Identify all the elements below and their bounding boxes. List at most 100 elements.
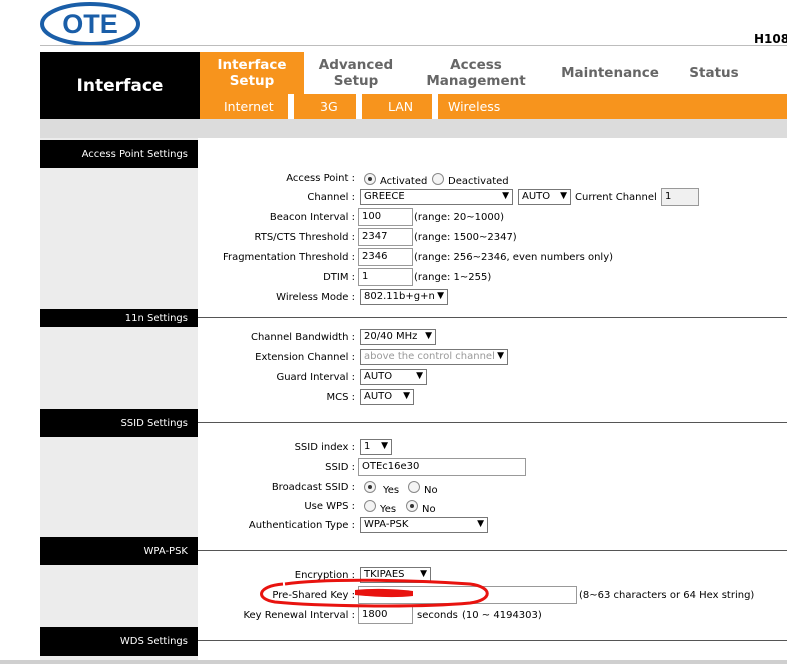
key-renewal-unit: seconds: [417, 610, 458, 621]
deactivated-radio[interactable]: [432, 173, 444, 185]
activated-label: Activated: [380, 176, 428, 187]
ssid-index-select[interactable]: 1 ▼: [360, 439, 392, 455]
broadcast-yes-radio[interactable]: [364, 481, 376, 493]
chevron-down-icon: ▼: [437, 291, 444, 301]
chevron-down-icon: ▼: [560, 191, 567, 201]
current-channel-field: 1: [661, 188, 699, 206]
wps-no-radio[interactable]: [406, 500, 418, 512]
beacon-range-note: (range: 20~1000): [414, 212, 504, 223]
chevron-down-icon: ▼: [477, 519, 484, 529]
key-renewal-input[interactable]: 1800: [358, 606, 413, 624]
channel-bandwidth-value: 20/40 MHz: [364, 331, 418, 342]
section-divider: [198, 640, 787, 641]
mcs-value: AUTO: [364, 391, 393, 402]
chevron-down-icon: ▼: [497, 351, 504, 361]
bottom-border: [0, 660, 787, 664]
channel-label: Channel :: [307, 192, 355, 203]
wireless-mode-select[interactable]: 802.11b+g+n ▼: [360, 289, 448, 305]
authentication-type-select[interactable]: WPA-PSK ▼: [360, 517, 488, 533]
broadcast-ssid-label: Broadcast SSID :: [271, 482, 355, 493]
rts-threshold-input[interactable]: 2347: [358, 228, 413, 246]
psk-hint-note: (8~63 characters or 64 Hex string): [579, 590, 755, 601]
wps-no-label: No: [422, 504, 436, 515]
subtab-separator: [288, 94, 294, 119]
authentication-type-value: WPA-PSK: [364, 519, 409, 530]
mcs-select[interactable]: AUTO ▼: [360, 389, 414, 405]
tab-maintenance[interactable]: Maintenance: [561, 52, 659, 94]
ssid-input[interactable]: OTEc16e30: [358, 458, 526, 476]
broadcast-no-radio[interactable]: [408, 481, 420, 493]
extension-channel-select[interactable]: above the control channel ▼: [360, 349, 508, 365]
sub-tabs: Internet 3G LAN Wireless: [200, 94, 787, 119]
dtim-label: DTIM :: [323, 272, 355, 283]
broadcast-yes-label: Yes: [383, 485, 400, 496]
wireless-mode-label: Wireless Mode :: [276, 292, 355, 303]
guard-interval-select[interactable]: AUTO ▼: [360, 369, 427, 385]
subtab-separator: [356, 94, 362, 119]
section-access-point-settings: Access Point Settings: [40, 140, 198, 168]
section-wds-settings: WDS Settings: [40, 627, 198, 656]
tab-access-management[interactable]: Access Management: [425, 52, 527, 94]
use-wps-label: Use WPS :: [304, 501, 355, 512]
section-ssid-settings: SSID Settings: [40, 409, 198, 437]
beacon-interval-input[interactable]: 100: [358, 208, 413, 226]
channel-mode-value: AUTO: [522, 191, 551, 202]
mcs-label: MCS :: [326, 392, 355, 403]
wps-yes-label: Yes: [380, 504, 397, 515]
key-renewal-label: Key Renewal Interval :: [243, 610, 355, 621]
main-tabs: Interface Setup Advanced Setup Access Ma…: [200, 52, 787, 94]
channel-bandwidth-label: Channel Bandwidth :: [250, 332, 355, 343]
section-divider: [198, 422, 787, 423]
subtab-wireless[interactable]: Wireless: [448, 94, 500, 119]
dtim-input[interactable]: 1: [358, 268, 413, 286]
rts-range-note: (range: 1500~2347): [414, 232, 517, 243]
channel-region-select[interactable]: GREECE ▼: [360, 189, 513, 205]
chevron-down-icon: ▼: [416, 371, 423, 381]
extension-channel-value: above the control channel: [364, 351, 495, 362]
chevron-down-icon: ▼: [425, 331, 432, 341]
subtab-lan[interactable]: LAN: [388, 94, 413, 119]
fragmentation-range-note: (range: 256~2346, even numbers only): [414, 252, 614, 263]
section-divider: [198, 317, 787, 318]
chevron-down-icon: ▼: [502, 191, 509, 201]
current-channel-label: Current Channel :: [575, 192, 664, 203]
section-divider: [198, 550, 787, 551]
tab-status[interactable]: Status: [684, 52, 744, 94]
key-renewal-range-note: (10 ~ 4194303): [462, 610, 542, 621]
access-point-label: Access Point :: [286, 173, 355, 184]
fragmentation-input[interactable]: 2346: [358, 248, 413, 266]
ssid-index-value: 1: [364, 441, 371, 452]
channel-mode-select[interactable]: AUTO ▼: [518, 189, 571, 205]
nav-section-title: Interface: [40, 52, 200, 119]
redaction-scribble: [260, 578, 489, 608]
ote-logo: OTE: [40, 2, 140, 46]
chevron-down-icon: ▼: [403, 391, 410, 401]
section-11n-settings: 11n Settings: [40, 309, 198, 327]
wireless-mode-value: 802.11b+g+n: [364, 291, 435, 302]
fragmentation-label: Fragmentation Threshold :: [222, 252, 355, 263]
beacon-interval-label: Beacon Interval :: [269, 212, 355, 223]
ssid-index-label: SSID index :: [294, 442, 355, 453]
broadcast-no-label: No: [424, 485, 438, 496]
left-sidebar: [40, 138, 198, 664]
subtab-3g[interactable]: 3G: [320, 94, 338, 119]
guard-interval-label: Guard Interval :: [276, 372, 355, 383]
ssid-label: SSID :: [325, 462, 355, 473]
model-name: H108N: [754, 32, 787, 46]
subtab-internet[interactable]: Internet: [224, 94, 274, 119]
subtab-separator: [432, 94, 438, 119]
activated-radio[interactable]: [364, 173, 376, 185]
wps-yes-radio[interactable]: [364, 500, 376, 512]
svg-text:OTE: OTE: [62, 9, 118, 39]
deactivated-label: Deactivated: [448, 176, 509, 187]
tab-interface-setup[interactable]: Interface Setup: [200, 52, 304, 94]
section-wpa-psk: WPA-PSK: [40, 537, 198, 565]
extension-channel-label: Extension Channel :: [255, 352, 355, 363]
channel-bandwidth-select[interactable]: 20/40 MHz ▼: [360, 329, 436, 345]
chevron-down-icon: ▼: [381, 441, 388, 451]
gray-spacer-bar: [40, 119, 787, 138]
rts-threshold-label: RTS/CTS Threshold :: [254, 232, 356, 243]
guard-interval-value: AUTO: [364, 371, 393, 382]
tab-advanced-setup[interactable]: Advanced Setup: [312, 52, 400, 94]
channel-region-value: GREECE: [364, 191, 405, 202]
